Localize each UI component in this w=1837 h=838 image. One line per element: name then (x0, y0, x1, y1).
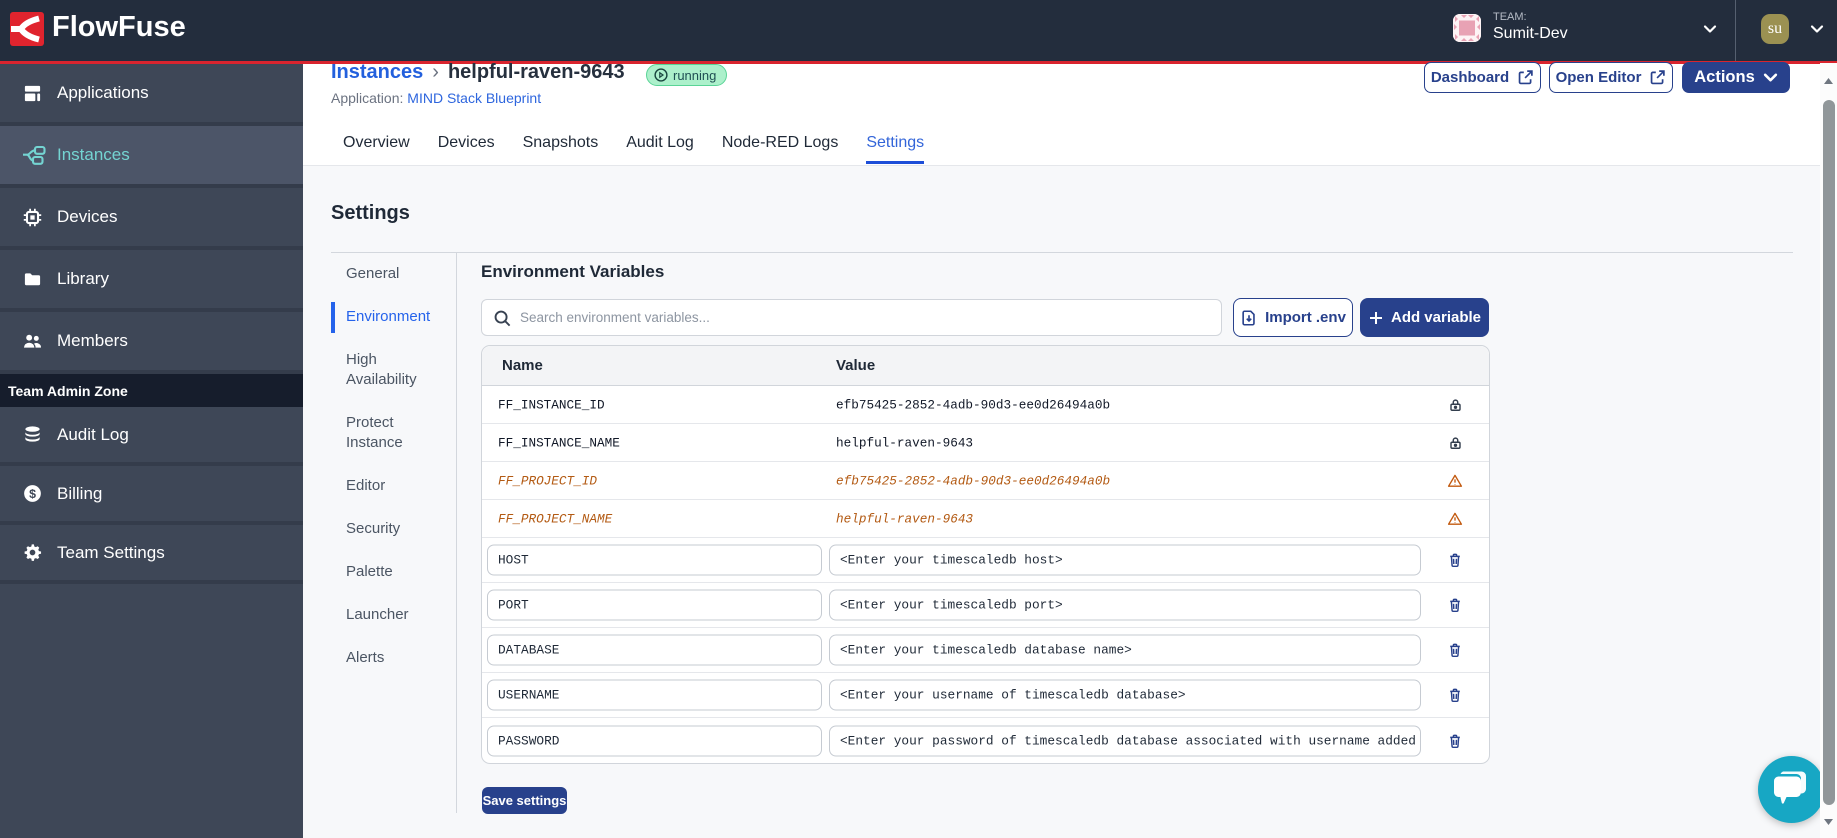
svg-text:$: $ (29, 487, 36, 501)
